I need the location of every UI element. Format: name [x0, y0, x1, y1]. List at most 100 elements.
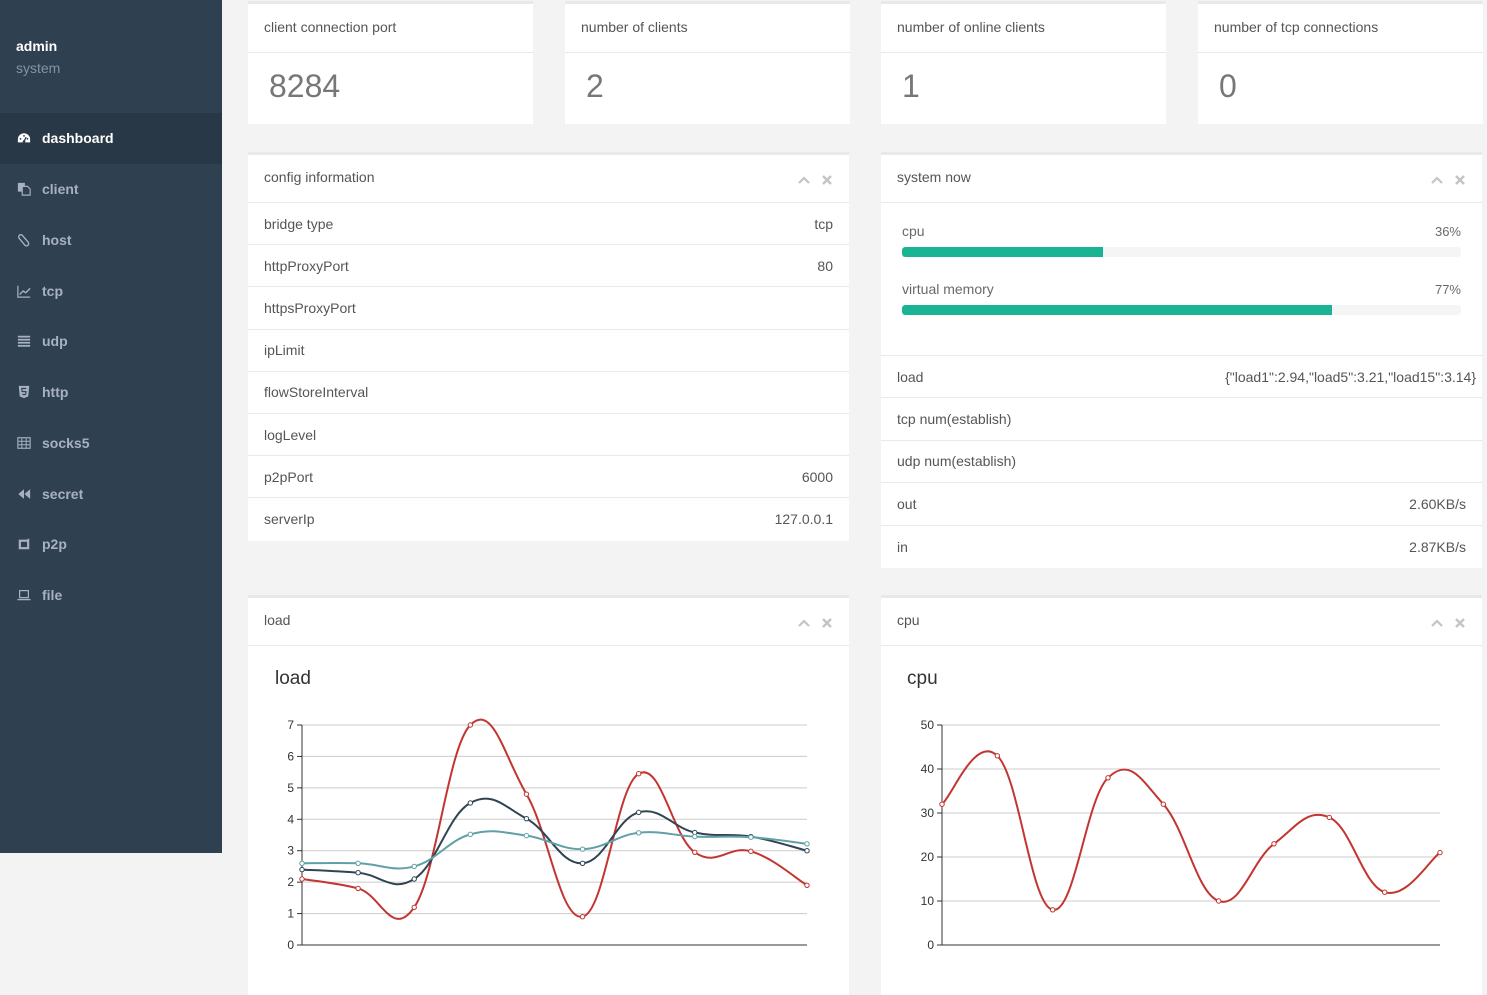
data-point [939, 801, 945, 807]
sidebar-item-tcp[interactable]: tcp [0, 265, 222, 316]
sidebar-item-secret[interactable]: secret [0, 468, 222, 519]
table-icon [16, 435, 32, 451]
sidebar: admin system dashboard client host tcp u… [0, 0, 222, 853]
sidebar-item-file[interactable]: file [0, 570, 222, 621]
progress-label: virtual memory [902, 281, 994, 297]
load-chart[interactable]: load 0 1 2 3 4 5 6 7 [248, 646, 849, 966]
close-icon[interactable] [820, 173, 833, 186]
system-table: load {"load1":2.94,"load5":3.21,"load15":… [881, 356, 1482, 568]
panel-header: load [248, 598, 849, 646]
sidebar-item-host[interactable]: host [0, 215, 222, 266]
sidebar-item-label: p2p [42, 536, 67, 553]
user-role: system [16, 60, 61, 76]
data-point [579, 914, 586, 920]
sidebar-item-label: udp [42, 333, 68, 350]
sidebar-item-p2p[interactable]: p2p [0, 519, 222, 570]
cpu-usage: cpu 36% [902, 221, 1461, 257]
data-point [804, 882, 810, 888]
cpu-chart-panel: cpu cpu 0 10 20 30 40 50 [881, 595, 1482, 995]
stat-card-title: number of tcp connections [1198, 4, 1483, 53]
data-point [355, 860, 361, 866]
sidebar-item-label: client [42, 181, 79, 198]
data-point [411, 863, 417, 870]
data-point [804, 841, 810, 847]
user-profile[interactable]: admin system [16, 37, 60, 77]
stat-card-title: number of clients [565, 4, 850, 53]
stat-card-value: 2 [586, 68, 604, 104]
data-point [748, 834, 754, 840]
sidebar-item-socks5[interactable]: socks5 [0, 418, 222, 469]
sidebar-item-client[interactable]: client [0, 164, 222, 215]
system-row: load {"load1":2.94,"load5":3.21,"load15":… [881, 356, 1482, 399]
config-row: ipLimit [248, 330, 849, 372]
data-point [411, 876, 417, 882]
sidebar-item-label: http [42, 384, 69, 401]
system-row: tcp num(establish) [881, 398, 1482, 441]
config-value: tcp [814, 215, 833, 232]
system-value: 2.87KB/s [1409, 538, 1466, 555]
laptop-icon [16, 587, 32, 603]
config-row: httpsProxyPort [248, 287, 849, 330]
y-tick-label: 4 [287, 812, 294, 826]
close-icon[interactable] [1453, 173, 1466, 186]
data-point [1381, 889, 1388, 895]
series-line [941, 750, 1441, 911]
panel-tools [1430, 173, 1466, 186]
cpu-chart[interactable]: cpu 0 10 20 30 40 50 [881, 646, 1482, 966]
system-row: in 2.87KB/s [881, 526, 1482, 568]
config-value: 127.0.0.1 [774, 511, 833, 528]
y-tick-label: 2 [287, 875, 294, 889]
data-point [994, 753, 1001, 759]
y-tick-label: 6 [287, 749, 294, 763]
collapse-icon[interactable] [1430, 173, 1443, 186]
stat-card-online-clients: number of online clients 1 [881, 1, 1166, 124]
data-point [1049, 907, 1056, 913]
panel-title: cpu [897, 611, 920, 628]
y-tick-label: 5 [287, 781, 294, 795]
config-row: httpProxyPort 80 [248, 245, 849, 288]
collapse-icon[interactable] [797, 616, 810, 629]
stat-card-title: client connection port [248, 4, 533, 53]
chart-title: cpu [907, 668, 938, 689]
system-value: 2.60KB/s [1409, 495, 1466, 512]
sidebar-item-dashboard[interactable]: dashboard [0, 113, 222, 164]
config-label: ipLimit [264, 342, 305, 359]
y-tick-label: 3 [287, 844, 294, 858]
files-icon [16, 181, 32, 197]
config-row: serverIp 127.0.0.1 [248, 498, 849, 540]
chart-title: load [275, 668, 311, 689]
backward-icon [16, 486, 32, 502]
sidebar-item-label: tcp [42, 282, 63, 299]
system-label: udp num(establish) [897, 453, 1017, 470]
y-tick-label: 7 [287, 718, 294, 732]
data-point [299, 876, 305, 882]
system-label: out [897, 495, 917, 512]
panel-title: config information [264, 168, 375, 185]
y-tick-label: 0 [287, 938, 294, 952]
progress-percent: 36% [1434, 224, 1461, 239]
data-point [523, 815, 530, 822]
collapse-icon[interactable] [1430, 616, 1443, 629]
config-value: 6000 [801, 468, 833, 485]
close-icon[interactable] [1453, 616, 1466, 629]
data-point [411, 904, 417, 910]
config-table: bridge type tcp httpProxyPort 80 httpsProx… [248, 203, 849, 541]
data-point [355, 870, 361, 876]
sidebar-item-label: socks5 [42, 434, 90, 451]
collapse-icon[interactable] [797, 173, 810, 186]
data-point [467, 722, 474, 728]
stat-card-value: 0 [1219, 68, 1237, 104]
config-label: serverIp [264, 511, 315, 528]
series-line [301, 830, 808, 870]
close-icon[interactable] [820, 616, 833, 629]
config-label: httpsProxyPort [264, 299, 356, 316]
data-point [355, 885, 361, 892]
y-tick-label: 20 [921, 850, 935, 864]
config-row: logLevel [248, 414, 849, 457]
sidebar-item-udp[interactable]: udp [0, 316, 222, 367]
data-point [1215, 898, 1222, 904]
data-point [1105, 775, 1111, 781]
sidebar-item-http[interactable]: http [0, 367, 222, 418]
y-tick-label: 50 [921, 718, 935, 732]
config-label: logLevel [264, 426, 317, 443]
